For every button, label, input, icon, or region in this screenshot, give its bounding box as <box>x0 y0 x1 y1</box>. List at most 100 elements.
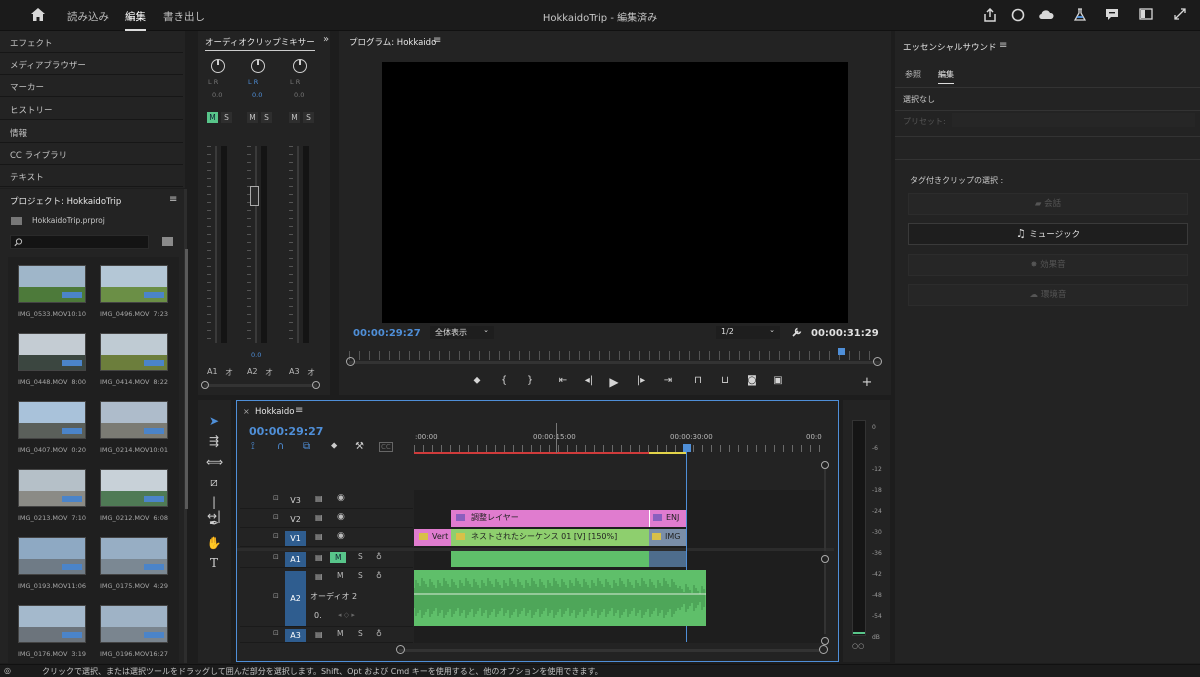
clip-thumbnail[interactable] <box>18 333 86 371</box>
timeline-zoom-left[interactable] <box>396 645 405 654</box>
nav-cc-libraries[interactable]: CC ライブラリ <box>0 143 183 165</box>
type-tool-icon[interactable]: T <box>206 556 222 570</box>
eye-icon[interactable]: ◉ <box>337 531 345 541</box>
lock-icon[interactable]: ⊡ <box>273 553 279 561</box>
microphone-icon[interactable]: ♁ <box>376 571 382 580</box>
adjustment-clip-end[interactable]: ENJ <box>649 510 686 527</box>
mixer-scrollbar[interactable] <box>204 384 317 387</box>
nav-info[interactable]: 情報 <box>0 121 183 143</box>
track-label[interactable]: V3 <box>285 493 306 508</box>
progress-icon[interactable] <box>1010 8 1026 22</box>
track-header-v1[interactable]: V1 ⊡ ▤ ◉ <box>240 529 413 547</box>
track-volume[interactable]: 0. <box>314 611 322 620</box>
track-output-icon[interactable]: ▤ <box>315 572 323 581</box>
hand-tool-icon[interactable]: ✋ <box>206 536 222 550</box>
track-scroll-handle[interactable] <box>821 555 829 563</box>
nav-media-browser[interactable]: メディアブラウザー <box>0 53 183 75</box>
write-mode-icon[interactable]: オ <box>307 367 315 378</box>
fullscreen-icon[interactable] <box>1172 8 1188 22</box>
lift-icon[interactable]: ⊓ <box>691 375 705 386</box>
video-scrollbar[interactable] <box>824 469 826 551</box>
mixer-scroll-right[interactable] <box>312 381 320 389</box>
nav-history[interactable]: ヒストリー <box>0 98 183 120</box>
film-icon[interactable]: ▤ <box>315 494 323 503</box>
share-icon[interactable] <box>982 7 998 22</box>
pan-knob[interactable] <box>293 59 307 73</box>
program-playhead-time[interactable]: 00:00:29:27 <box>353 328 421 339</box>
microphone-icon[interactable]: ♁ <box>376 629 382 638</box>
new-bin-icon[interactable] <box>162 237 173 246</box>
film-icon[interactable]: ▤ <box>315 513 323 522</box>
panel-toggle-icon[interactable] <box>1138 8 1154 22</box>
essential-sound-title[interactable]: エッセンシャルサウンド <box>903 41 997 53</box>
solo-button[interactable]: S <box>261 112 272 123</box>
lock-icon[interactable]: ⊡ <box>273 592 279 600</box>
timeline-zoom-bar[interactable] <box>399 649 819 652</box>
nav-text[interactable]: テキスト <box>0 165 183 187</box>
mark-out-icon[interactable]: } <box>523 375 537 386</box>
clip-thumbnail[interactable] <box>18 469 86 507</box>
tab-edit-sound[interactable]: 編集 <box>938 69 954 84</box>
a1-audio-clip-end[interactable] <box>649 551 686 567</box>
zoom-handle-right[interactable] <box>873 357 882 366</box>
monitor-playhead[interactable] <box>838 348 845 355</box>
resolution-dropdown[interactable]: 1/2 ⌄ <box>716 326 780 339</box>
mute-track-button[interactable]: M <box>337 629 343 638</box>
nav-effects[interactable]: エフェクト <box>0 31 183 53</box>
selection-tool-icon[interactable]: ➤ <box>206 414 222 428</box>
mute-button[interactable]: M <box>247 112 258 123</box>
adjustment-layer-clip[interactable]: 調整レイヤー <box>451 510 649 527</box>
clip-thumbnail[interactable] <box>100 333 168 371</box>
track-header-v2[interactable]: V2 ⊡ ▤ ◉ <box>240 510 413 528</box>
linked-selection-icon[interactable]: ⧉ <box>303 441 310 452</box>
tab-browse[interactable]: 参照 <box>905 69 921 80</box>
play-icon[interactable]: ▶ <box>607 375 621 389</box>
a2-music-clip[interactable] <box>414 570 706 626</box>
solo-track-button[interactable]: S <box>358 571 363 580</box>
track-scroll-handle[interactable] <box>821 461 829 469</box>
clip-thumbnail[interactable] <box>100 605 168 643</box>
add-marker-icon[interactable]: ⬥ <box>470 375 484 386</box>
track-header-a3[interactable]: A3 ⊡ ▤ M S ♁ <box>240 627 413 643</box>
fader-handle[interactable] <box>250 186 259 206</box>
fit-dropdown[interactable]: 全体表示 ⌄ <box>430 326 494 339</box>
captions-icon[interactable]: CC <box>379 442 393 452</box>
clip-thumbnail[interactable] <box>100 469 168 507</box>
track-label[interactable]: A1 <box>285 552 306 567</box>
track-header-a1[interactable]: A1 ⊡ ▤ M S ♁ <box>240 550 413 568</box>
timeline-menu-icon[interactable]: ≡ <box>295 405 303 416</box>
nested-sequence-clip[interactable]: ネストされたシーケンス 01 [V] [150%] <box>451 529 649 546</box>
pen-tool-icon[interactable]: ✒ <box>206 516 222 530</box>
razor-tool-icon[interactable]: ⧄ <box>206 475 222 490</box>
magnet-icon[interactable]: ∩ <box>277 441 284 452</box>
eye-icon[interactable]: ◉ <box>337 493 345 503</box>
film-icon[interactable]: ▤ <box>315 532 323 541</box>
write-mode-icon[interactable]: オ <box>265 367 273 378</box>
clip-thumbnail[interactable] <box>100 401 168 439</box>
track-output-icon[interactable]: ▤ <box>315 630 323 639</box>
write-mode-icon[interactable]: オ <box>225 367 233 378</box>
solo-button[interactable]: S <box>221 112 232 123</box>
clip-thumbnail[interactable] <box>100 537 168 575</box>
mixer-scroll-left[interactable] <box>201 381 209 389</box>
nav-markers[interactable]: マーカー <box>0 75 183 97</box>
ambience-button[interactable]: ☁ 環境音 <box>908 284 1188 306</box>
snap-icon[interactable]: ⟟ <box>251 441 255 452</box>
project-title[interactable]: プロジェクト: HokkaidoTrip <box>10 195 121 207</box>
mute-button[interactable]: M <box>289 112 300 123</box>
timeline-timecode[interactable]: 00:00:29:27 <box>249 425 323 438</box>
go-to-in-icon[interactable]: ⇤ <box>556 375 570 386</box>
lock-icon[interactable]: ⊡ <box>273 532 279 540</box>
zoom-handle-left[interactable] <box>346 357 355 366</box>
beta-flask-icon[interactable] <box>1072 8 1088 22</box>
dialogue-button[interactable]: ▰ 会話 <box>908 193 1188 215</box>
track-select-tool-icon[interactable]: ⇶ <box>206 434 222 448</box>
project-scroll-thumb[interactable] <box>185 249 188 509</box>
go-to-out-icon[interactable]: ⇥ <box>661 375 675 386</box>
sequence-name[interactable]: Hokkaido <box>255 407 294 417</box>
mixer-title[interactable]: オーディオクリップミキサー <box>205 36 315 51</box>
pan-knob[interactable] <box>211 59 225 73</box>
music-button[interactable]: ♫ ミュージック <box>908 223 1188 245</box>
eye-icon[interactable]: ◉ <box>337 512 345 522</box>
clip-thumbnail[interactable] <box>18 605 86 643</box>
